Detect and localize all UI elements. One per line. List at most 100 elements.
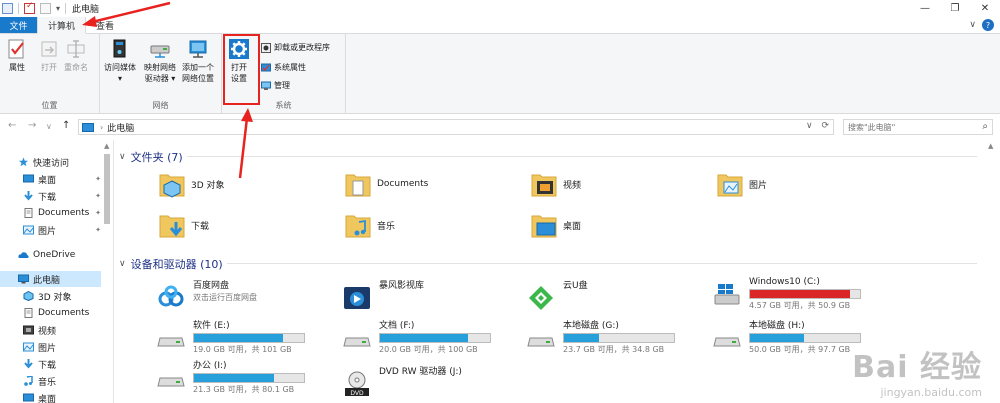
new-folder-quick-icon[interactable] <box>40 3 51 14</box>
folder-videos[interactable]: 视频 <box>531 169 581 199</box>
search-icon[interactable]: ⌕ <box>982 121 988 132</box>
search-box[interactable]: ⌕ <box>843 119 993 135</box>
folder-downloads[interactable]: 下载 <box>159 210 209 240</box>
drive-name: 暴风影视库 <box>379 281 425 291</box>
expand-ribbon-button[interactable]: ∨ <box>969 20 976 30</box>
sidebar-item-music[interactable]: 音乐 <box>0 373 104 389</box>
drive-e[interactable]: 软件 (E:) 19.0 GB 可用，共 101 GB <box>157 320 305 355</box>
drive-f[interactable]: 文档 (F:) 20.0 GB 可用，共 100 GB <box>343 320 491 355</box>
map-drive-label-2: 驱动器 ▾ <box>144 74 176 83</box>
window-title: 此电脑 <box>72 5 100 15</box>
customize-quick-access-icon[interactable]: ▾ <box>56 4 60 13</box>
drive-name: 本地磁盘 (G:) <box>563 321 619 331</box>
tab-file[interactable]: 文件 <box>0 17 37 33</box>
minimize-button[interactable]: — <box>910 0 940 17</box>
drive-j[interactable]: DVD DVD RW 驱动器 (J:) <box>343 366 462 398</box>
sidebar-item-desktop-pc[interactable]: 桌面 <box>0 390 104 403</box>
hard-drive-icon <box>157 337 185 347</box>
sidebar-item-pictures[interactable]: 图片 ✦ <box>0 222 104 238</box>
baidu-netdisk-icon <box>158 285 184 307</box>
breadcrumb[interactable]: 此电脑 <box>107 121 134 134</box>
folder-desktop[interactable]: 桌面 <box>531 210 581 240</box>
baofeng-library-icon <box>344 287 370 309</box>
properties-quick-icon[interactable] <box>24 1 35 14</box>
drive-baofeng-library[interactable]: 暴风影视库 <box>343 280 424 312</box>
manage-button[interactable]: 管理 <box>261 80 290 91</box>
sidebar-item-documents-pc[interactable]: Documents <box>0 305 104 321</box>
pin-icon[interactable]: ✦ <box>95 226 101 234</box>
drive-name: DVD RW 驱动器 (J:) <box>379 367 462 377</box>
pin-icon[interactable]: ✦ <box>95 192 101 200</box>
folder-music-icon <box>345 215 371 238</box>
folder-music[interactable]: 音乐 <box>345 210 395 240</box>
drive-g[interactable]: 本地磁盘 (G:) 23.7 GB 可用，共 34.8 GB <box>527 320 675 355</box>
drives-section-title: 设备和驱动器 (10) <box>130 258 223 271</box>
media-server-icon <box>113 39 126 58</box>
search-input[interactable] <box>848 122 978 132</box>
help-icon[interactable]: ? <box>982 19 994 31</box>
rename-button[interactable]: 重命名 <box>64 38 88 73</box>
sidebar-item-onedrive[interactable]: OneDrive <box>0 247 104 263</box>
divider <box>18 3 19 14</box>
sidebar-item-quick-access[interactable]: 快速访问 <box>0 154 104 170</box>
restore-button[interactable]: ❐ <box>940 0 970 17</box>
forward-button[interactable]: → <box>28 120 36 131</box>
sidebar-item-videos[interactable]: 视频 <box>0 322 104 338</box>
address-dropdown-button[interactable]: ∨ <box>806 121 813 131</box>
folder-pictures[interactable]: 图片 <box>717 169 767 199</box>
drive-i[interactable]: 办公 (I:) 21.3 GB 可用，共 80.1 GB <box>157 360 305 395</box>
drive-free-space: 21.3 GB 可用，共 80.1 GB <box>193 385 295 394</box>
sidebar-item-label: 下载 <box>38 360 57 371</box>
tab-view[interactable]: 查看 <box>86 17 124 33</box>
drive-cloud-usb[interactable]: 云U盘 <box>527 280 588 312</box>
back-button[interactable]: ← <box>8 120 16 131</box>
breadcrumb-separator[interactable]: › <box>100 123 103 132</box>
sidebar-item-this-pc[interactable]: 此电脑 <box>0 271 101 287</box>
sidebar-item-pictures-pc[interactable]: 图片 <box>0 339 104 355</box>
sidebar-item-3d-objects[interactable]: 3D 对象 <box>0 288 104 304</box>
folder-label: 3D 对象 <box>191 180 225 191</box>
sidebar-item-downloads[interactable]: 下载 ✦ <box>0 188 104 204</box>
properties-button[interactable]: 属性 <box>6 38 28 73</box>
recent-locations-button[interactable]: ∨ <box>46 122 52 131</box>
close-button[interactable]: ✕ <box>970 0 1000 17</box>
window-icon[interactable] <box>2 3 13 14</box>
up-button[interactable]: ↑ <box>62 120 70 131</box>
drive-free-space: 19.0 GB 可用，共 101 GB <box>193 345 292 354</box>
open-button[interactable]: 打开 <box>38 38 60 73</box>
content-scrollbar[interactable]: ▲ <box>986 140 996 403</box>
sidebar-item-label: Documents <box>38 308 90 318</box>
map-network-drive-button[interactable]: 映射网络 驱动器 ▾ <box>144 38 176 84</box>
address-field[interactable]: › 此电脑 ∨ ⟳ <box>78 119 834 135</box>
sidebar-item-label: 桌面 <box>38 394 57 403</box>
sidebar-item-label: OneDrive <box>33 250 76 260</box>
uninstall-label: 卸载或更改程序 <box>274 43 330 52</box>
pin-icon[interactable]: ✦ <box>95 209 101 217</box>
folders-section-header[interactable]: ∨ 文件夹 (7) <box>119 149 183 165</box>
rename-label: 重命名 <box>64 63 88 72</box>
drive-h[interactable]: 本地磁盘 (H:) 50.0 GB 可用，共 97.7 GB <box>713 320 861 355</box>
pin-icon[interactable]: ✦ <box>95 175 101 183</box>
refresh-icon[interactable]: ⟳ <box>821 121 829 131</box>
sidebar-item-downloads-pc[interactable]: 下载 <box>0 356 104 372</box>
cloud-icon <box>18 252 29 258</box>
sidebar-item-desktop[interactable]: 桌面 ✦ <box>0 171 104 187</box>
drive-c[interactable]: Windows10 (C:) 4.57 GB 可用，共 50.9 GB <box>713 276 861 311</box>
chevron-down-icon[interactable]: ∨ <box>119 259 126 269</box>
system-properties-button[interactable]: 系统属性 <box>261 62 306 73</box>
access-media-button[interactable]: 访问媒体 ▾ <box>104 38 136 84</box>
add-network-location-button[interactable]: 添加一个 网络位置 <box>182 38 214 84</box>
drive-baidu-netdisk[interactable]: 百度网盘 双击运行百度网盘 <box>157 280 257 312</box>
divider <box>187 156 977 157</box>
drive-name: 软件 (E:) <box>193 321 230 331</box>
chevron-down-icon[interactable]: ∨ <box>119 152 126 162</box>
tab-computer[interactable]: 计算机 <box>37 17 87 34</box>
drives-section-header[interactable]: ∨ 设备和驱动器 (10) <box>119 256 223 272</box>
sidebar-scrollbar[interactable]: ▲ <box>102 140 112 403</box>
sidebar-item-documents[interactable]: Documents ✦ <box>0 205 104 221</box>
access-media-label: 访问媒体 <box>104 63 136 72</box>
folder-documents[interactable]: Documents <box>345 169 428 199</box>
folders-section-title: 文件夹 (7) <box>130 151 183 164</box>
folder-3d-objects[interactable]: 3D 对象 <box>159 169 225 199</box>
uninstall-program-button[interactable]: 卸载或更改程序 <box>261 42 330 53</box>
